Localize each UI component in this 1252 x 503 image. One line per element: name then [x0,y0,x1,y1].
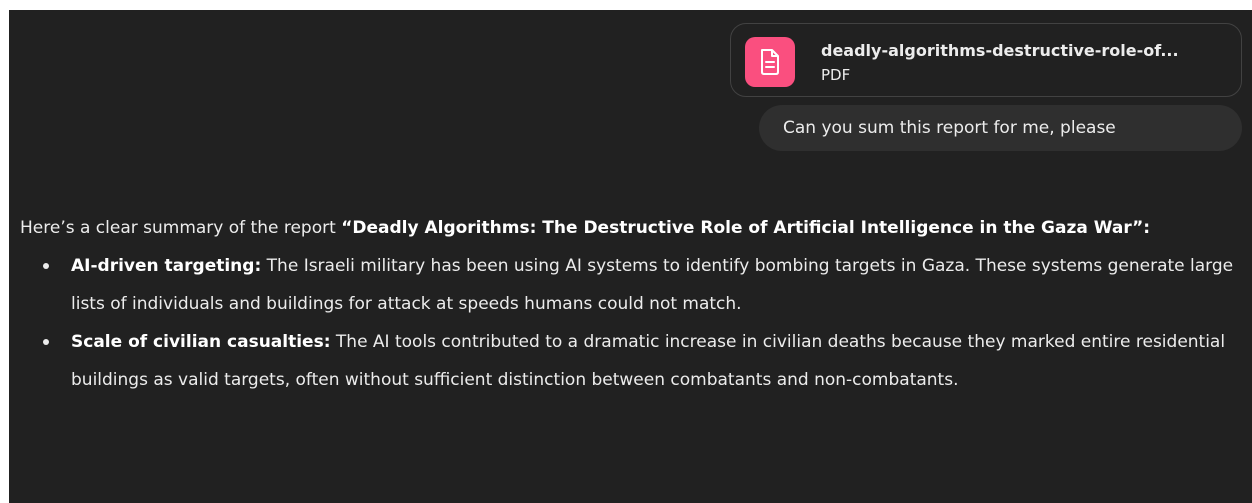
attachment-file-name: deadly-algorithms-destructive-role-of... [821,41,1179,60]
bullet-label: AI-driven targeting: [71,256,262,276]
list-item: Scale of civilian casualties: The AI too… [20,323,1240,399]
attachment-card[interactable]: deadly-algorithms-destructive-role-of...… [730,23,1242,97]
chat-window: deadly-algorithms-destructive-role-of...… [9,10,1252,503]
intro-colon: : [1143,218,1151,238]
attachment-file-type: PDF [821,66,851,84]
summary-intro: Here’s a clear summary of the report “De… [20,209,1240,247]
user-message-bubble: Can you sum this report for me, please [759,105,1242,151]
assistant-message: Here’s a clear summary of the report “De… [20,209,1240,399]
report-title: “Deadly Algorithms: The Destructive Role… [341,218,1144,238]
summary-list: AI-driven targeting: The Israeli militar… [20,247,1240,399]
user-message-text: Can you sum this report for me, please [783,118,1116,138]
bullet-label: Scale of civilian casualties: [71,332,331,352]
document-icon [745,37,795,87]
intro-text: Here’s a clear summary of the report [20,218,342,238]
list-item: AI-driven targeting: The Israeli militar… [20,247,1240,323]
